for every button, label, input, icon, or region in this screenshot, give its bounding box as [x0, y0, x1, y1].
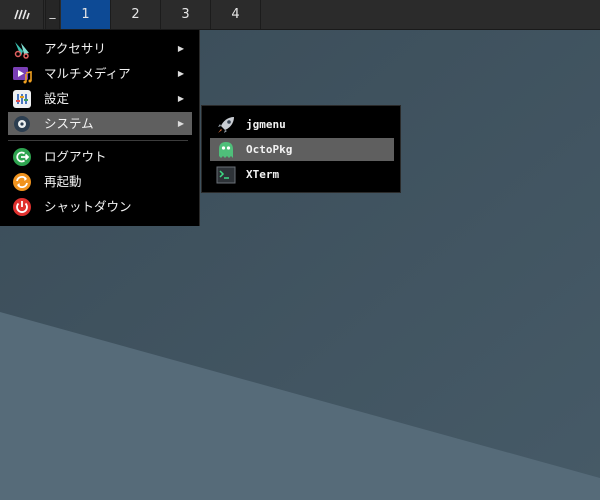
submenu-arrow-icon: ▶ [177, 119, 184, 128]
workspace-1-button[interactable]: 1 [61, 0, 111, 29]
rocket-icon [216, 115, 236, 135]
octopkg-icon [216, 140, 236, 160]
restart-icon [12, 172, 32, 192]
menu-item-shutdown[interactable]: シャットダウン [8, 195, 192, 218]
workspace-2-button[interactable]: 2 [111, 0, 161, 29]
submenu-item-xterm[interactable]: XTerm [210, 163, 394, 186]
menu-item-label: アクセサリ [44, 41, 106, 56]
menu-separator [8, 140, 188, 141]
menu-item-label: システム [44, 116, 94, 131]
menu-item-multimedia[interactable]: マルチメディア ▶ [8, 62, 192, 85]
settings-icon [12, 89, 32, 109]
menu-launcher-button[interactable] [0, 0, 44, 29]
shutdown-icon [12, 197, 32, 217]
show-desktop-button[interactable]: _ [45, 0, 60, 29]
menu-item-restart[interactable]: 再起動 [8, 170, 192, 193]
submenu-arrow-icon: ▶ [177, 44, 184, 53]
menu-item-label: シャットダウン [44, 199, 132, 214]
accessories-icon [12, 39, 32, 59]
workspace-3-button[interactable]: 3 [161, 0, 211, 29]
submenu-item-octopkg[interactable]: OctoPkg [210, 138, 394, 161]
submenu-item-label: XTerm [246, 168, 280, 181]
menu-launcher-icon [13, 9, 30, 20]
menu-item-label: 再起動 [44, 174, 82, 189]
system-submenu: jgmenu OctoPkg XTerm [201, 105, 401, 193]
menu-item-settings[interactable]: 設定 ▶ [8, 87, 192, 110]
logout-icon [12, 147, 32, 167]
menu-item-logout[interactable]: ログアウト [8, 145, 192, 168]
submenu-item-jgmenu[interactable]: jgmenu [210, 113, 394, 136]
menu-item-system[interactable]: システム ▶ [8, 112, 192, 135]
submenu-arrow-icon: ▶ [177, 69, 184, 78]
main-menu: アクセサリ ▶ マルチメディア ▶ 設定 ▶ システム ▶ ログアウト 再起動 … [0, 30, 200, 226]
menu-item-label: 設定 [44, 91, 70, 106]
top-panel: _ 1 2 3 4 [0, 0, 600, 30]
system-icon [12, 114, 32, 134]
menu-item-label: ログアウト [44, 149, 107, 164]
menu-item-accessories[interactable]: アクセサリ ▶ [8, 37, 192, 60]
multimedia-icon [12, 64, 32, 84]
menu-item-label: マルチメディア [44, 66, 131, 81]
workspace-4-button[interactable]: 4 [211, 0, 261, 29]
submenu-item-label: jgmenu [246, 118, 286, 131]
submenu-arrow-icon: ▶ [177, 94, 184, 103]
submenu-item-label: OctoPkg [246, 143, 293, 156]
terminal-icon [216, 165, 236, 185]
